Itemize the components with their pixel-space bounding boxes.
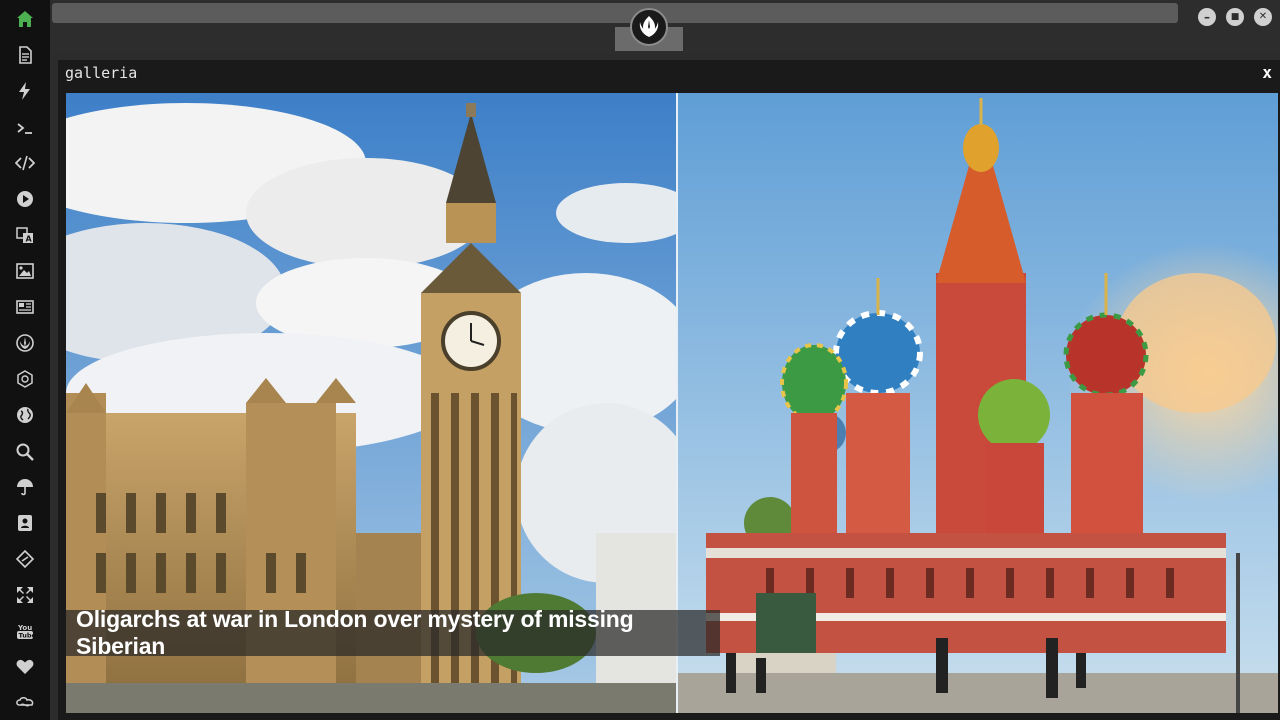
search-icon[interactable] [14,441,36,463]
maximize-button[interactable]: ■ [1226,8,1244,26]
gallery-image[interactable]: Oligarchs at war in London over mystery … [66,93,1278,713]
contact-card-icon[interactable] [14,512,36,534]
globe-icon[interactable] [14,404,36,426]
rebel-alliance-logo[interactable] [630,8,668,46]
expand-arrows-icon[interactable] [14,584,36,606]
lightning-icon[interactable] [14,80,36,102]
rebel-alliance-icon[interactable] [14,332,36,354]
address-bar[interactable] [52,3,1178,23]
gallery-close-button[interactable]: x [1262,63,1272,82]
newspaper-icon[interactable] [14,296,36,318]
window-close-button[interactable]: ✕ [1254,8,1272,26]
image-icon[interactable] [14,260,36,282]
gallery-title: galleria [65,64,138,82]
moscow-photo [678,93,1278,713]
minimize-button[interactable]: – [1198,8,1216,26]
dev-code-icon[interactable] [14,548,36,570]
image-caption: Oligarchs at war in London over mystery … [66,606,720,659]
play-icon[interactable] [14,188,36,210]
translate-icon[interactable]: A [14,224,36,246]
empire-icon[interactable] [14,368,36,390]
top-bar: – ■ ✕ [50,0,1280,54]
document-icon[interactable] [14,44,36,66]
gallery-panel: galleria x Oligarchs at war in London ov… [58,60,1280,720]
sidebar: A You Tube [0,0,50,720]
umbrella-icon[interactable] [14,476,36,498]
infinity-cloud-icon[interactable] [14,692,36,714]
youtube-icon[interactable]: You Tube [14,620,36,642]
terminal-icon[interactable] [14,117,36,139]
code-icon[interactable] [14,152,36,174]
home-icon[interactable] [14,8,36,30]
svg-text:Tube: Tube [19,632,36,640]
heart-icon[interactable] [14,656,36,678]
svg-text:A: A [26,235,33,244]
